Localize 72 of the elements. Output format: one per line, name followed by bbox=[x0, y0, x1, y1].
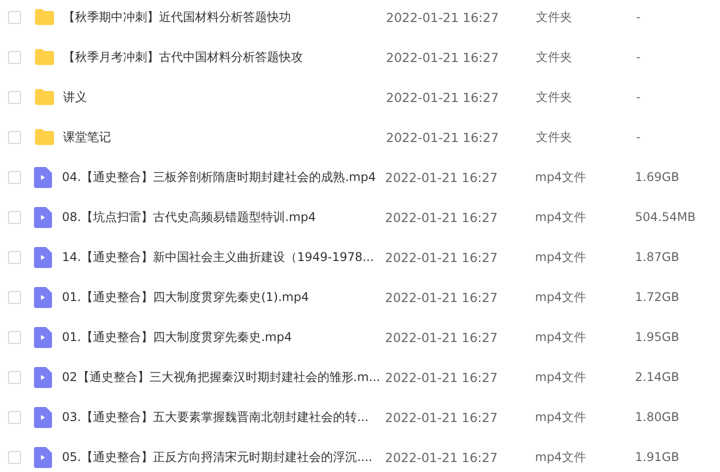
video-file-icon bbox=[34, 246, 52, 268]
checkbox[interactable] bbox=[8, 90, 21, 104]
file-type: 文件夹 bbox=[536, 88, 573, 106]
checkbox[interactable] bbox=[8, 210, 21, 224]
file-name[interactable]: 【秋季月考冲刺】古代中国材料分析答题快攻 bbox=[63, 48, 386, 66]
file-size: 2.14GB bbox=[635, 370, 680, 384]
video-file-icon bbox=[34, 366, 52, 388]
file-type: mp4文件 bbox=[535, 208, 587, 226]
file-name[interactable]: 01.【通史整合】四大制度贯穿先秦史.mp4 bbox=[62, 328, 385, 346]
file-type: mp4文件 bbox=[535, 248, 587, 266]
file-size: - bbox=[636, 130, 640, 144]
video-file-icon bbox=[34, 166, 52, 188]
file-type: mp4文件 bbox=[535, 368, 587, 386]
modified-date: 2022-01-21 16:27 bbox=[385, 330, 499, 344]
file-name[interactable]: 08.【坑点扫雷】古代史高频易错题型特训.mp4 bbox=[62, 208, 385, 226]
file-size: 1.69GB bbox=[635, 170, 680, 184]
checkbox[interactable] bbox=[8, 170, 21, 184]
modified-date: 2022-01-21 16:27 bbox=[385, 250, 499, 264]
file-name[interactable]: 02【通史整合】三大视角把握秦汉时期封建社会的雏形.m... bbox=[62, 368, 385, 386]
file-size: 504.54MB bbox=[635, 210, 696, 224]
file-size: - bbox=[636, 90, 640, 104]
folder-icon bbox=[34, 89, 55, 105]
modified-date: 2022-01-21 16:27 bbox=[386, 10, 500, 24]
checkbox[interactable] bbox=[8, 370, 21, 384]
video-file-icon bbox=[34, 406, 52, 428]
checkbox[interactable] bbox=[8, 50, 21, 64]
video-file-icon bbox=[34, 446, 52, 468]
file-name[interactable]: 课堂笔记 bbox=[63, 128, 386, 146]
file-name[interactable]: 04.【通史整合】三板斧剖析隋唐时期封建社会的成熟.mp4 bbox=[62, 168, 385, 186]
file-type: 文件夹 bbox=[536, 128, 573, 146]
file-name[interactable]: 03.【通史整合】五大要素掌握魏晋南北朝封建社会的转... bbox=[62, 408, 385, 426]
video-file-icon bbox=[34, 286, 52, 308]
file-size: 1.87GB bbox=[635, 250, 680, 264]
folder-icon bbox=[34, 49, 55, 65]
file-name[interactable]: 【秋季期中冲刺】近代国材料分析答题快功 bbox=[63, 8, 386, 26]
modified-date: 2022-01-21 16:27 bbox=[386, 130, 500, 144]
file-type: mp4文件 bbox=[535, 168, 587, 186]
folder-icon bbox=[34, 9, 55, 25]
modified-date: 2022-01-21 16:27 bbox=[385, 290, 499, 304]
checkbox[interactable] bbox=[8, 250, 21, 264]
checkbox[interactable] bbox=[8, 410, 21, 424]
file-type: mp4文件 bbox=[535, 328, 587, 346]
modified-date: 2022-01-21 16:27 bbox=[385, 450, 499, 464]
file-type: 文件夹 bbox=[536, 48, 573, 66]
folder-icon bbox=[34, 129, 55, 145]
file-size: - bbox=[636, 10, 640, 24]
file-size: 1.72GB bbox=[635, 290, 680, 304]
modified-date: 2022-01-21 16:27 bbox=[385, 410, 499, 424]
file-size: 1.80GB bbox=[635, 410, 680, 424]
file-size: - bbox=[636, 50, 640, 64]
file-size: 1.95GB bbox=[635, 330, 680, 344]
checkbox[interactable] bbox=[8, 450, 21, 464]
checkbox[interactable] bbox=[8, 130, 21, 144]
modified-date: 2022-01-21 16:27 bbox=[385, 210, 499, 224]
modified-date: 2022-01-21 16:27 bbox=[386, 50, 500, 64]
modified-date: 2022-01-21 16:27 bbox=[386, 90, 500, 104]
file-name[interactable]: 01.【通史整合】四大制度贯穿先秦史(1).mp4 bbox=[62, 288, 385, 306]
modified-date: 2022-01-21 16:27 bbox=[385, 370, 499, 384]
file-name[interactable]: 讲义 bbox=[63, 88, 386, 106]
checkbox[interactable] bbox=[8, 290, 21, 304]
file-type: mp4文件 bbox=[535, 408, 587, 426]
file-name[interactable]: 05.【通史整合】正反方向捋清宋元时期封建社会的浮沉.... bbox=[62, 448, 385, 466]
file-type: mp4文件 bbox=[535, 448, 587, 466]
file-type: mp4文件 bbox=[535, 288, 587, 306]
checkbox[interactable] bbox=[8, 10, 21, 24]
checkbox[interactable] bbox=[8, 330, 21, 344]
file-name[interactable]: 14.【通史整合】新中国社会主义曲折建设（1949-1978... bbox=[62, 248, 385, 266]
video-file-icon bbox=[34, 326, 52, 348]
file-type: 文件夹 bbox=[536, 8, 573, 26]
file-size: 1.91GB bbox=[635, 450, 680, 464]
modified-date: 2022-01-21 16:27 bbox=[385, 170, 499, 184]
video-file-icon bbox=[34, 206, 52, 228]
